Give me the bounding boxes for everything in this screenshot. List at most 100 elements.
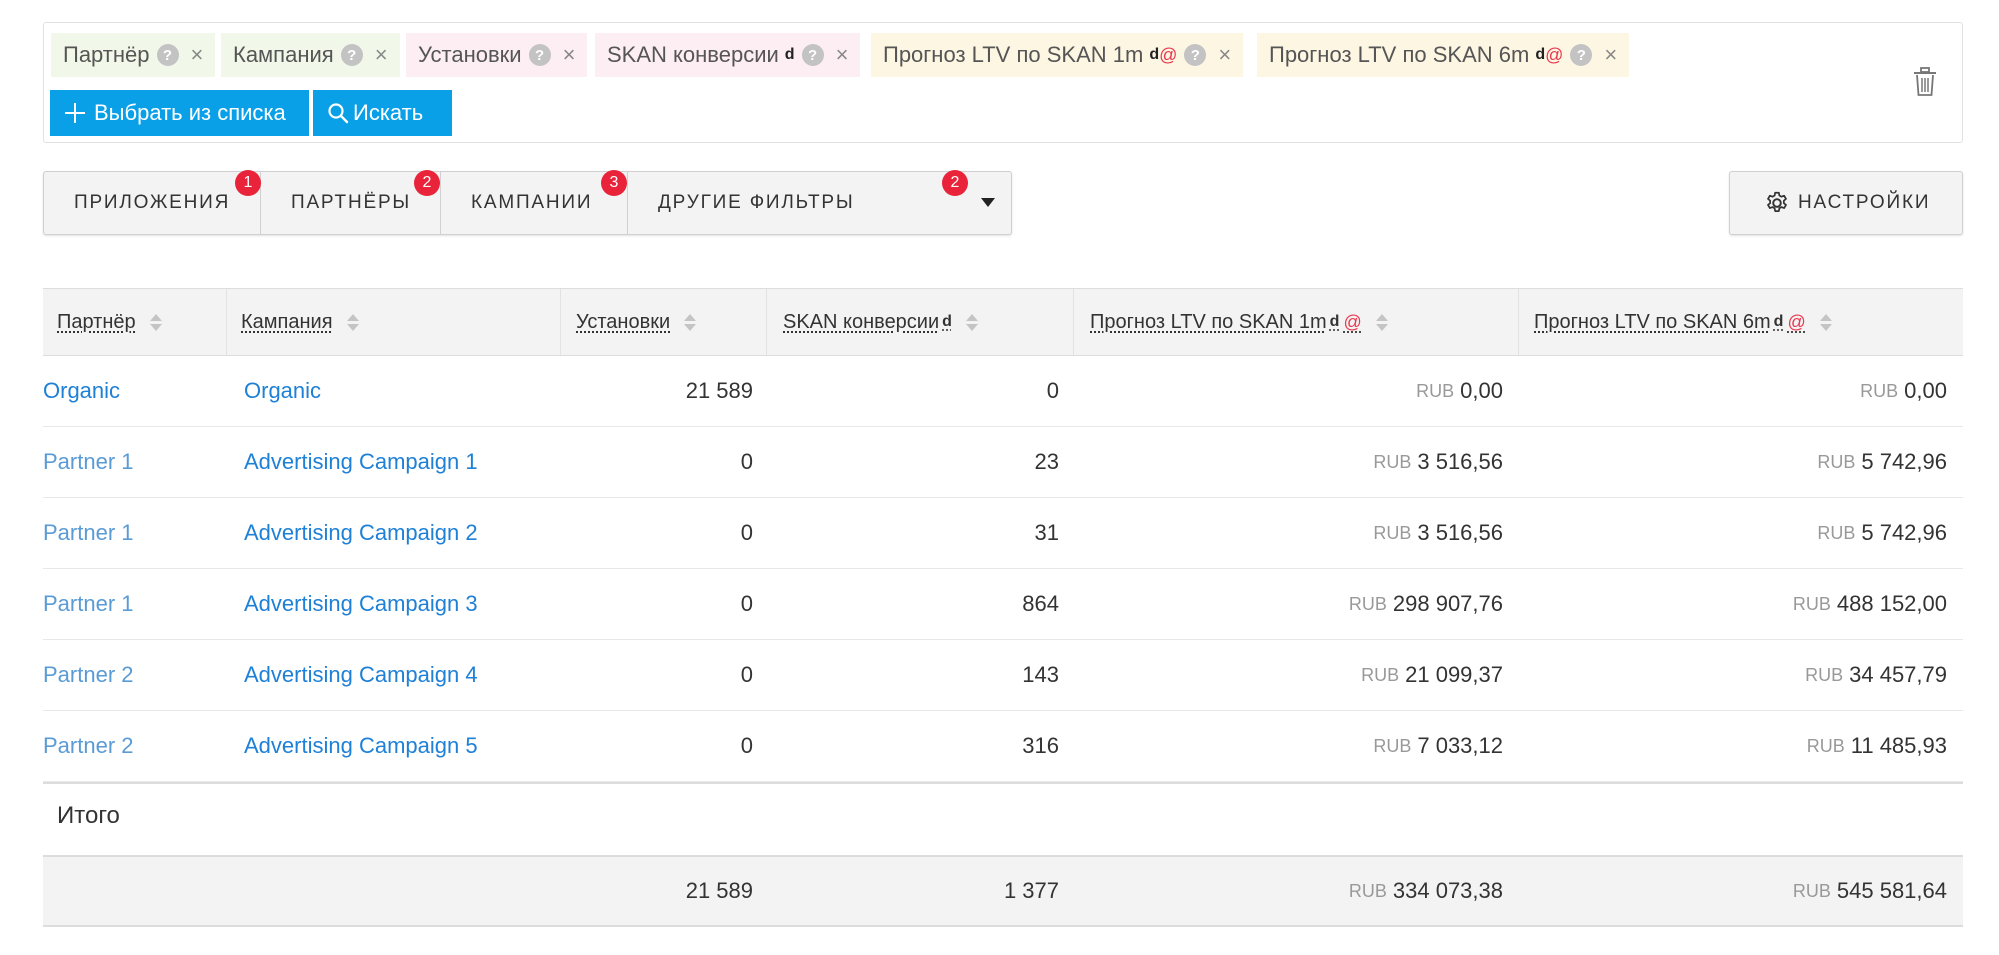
column-header-partner[interactable]: Партнёр — [57, 289, 162, 355]
campaign-name[interactable]: Advertising Campaign 4 — [244, 662, 478, 688]
campaign-link[interactable]: Advertising Campaign 1 — [244, 427, 478, 497]
sort-icon[interactable] — [684, 313, 697, 331]
select-from-list-label: Выбрать из списка — [94, 100, 286, 125]
ltv-6m-cell: RUB 488 152,00 — [1543, 569, 1947, 639]
campaign-link[interactable]: Organic — [244, 356, 321, 426]
partner-name[interactable]: Partner 2 — [43, 662, 134, 688]
campaign-link[interactable]: Advertising Campaign 3 — [244, 569, 478, 639]
campaign-link[interactable]: Advertising Campaign 2 — [244, 498, 478, 568]
partner-link[interactable]: Partner 1 — [43, 569, 134, 639]
tab-label: ДРУГИЕ ФИЛЬТРЫ — [658, 192, 855, 213]
skan-cell: 23 — [1034, 449, 1059, 474]
trash-icon[interactable] — [1912, 67, 1938, 97]
chip-ltv-1m[interactable]: Прогноз LTV по SKAN 1m d @ ? × — [871, 33, 1244, 77]
partner-link[interactable]: Organic — [43, 356, 120, 426]
column-header-skan-conversions[interactable]: SKAN конверсии d — [783, 289, 978, 355]
currency-label: RUB — [1860, 380, 1899, 401]
help-icon[interactable]: ? — [1570, 44, 1593, 66]
campaign-name[interactable]: Advertising Campaign 1 — [244, 449, 478, 475]
sort-icon[interactable] — [1819, 313, 1832, 331]
campaign-name[interactable]: Advertising Campaign 2 — [244, 520, 478, 546]
help-icon[interactable]: ? — [528, 44, 551, 66]
tab-applications[interactable]: ПРИЛОЖЕНИЯ — [44, 172, 261, 234]
sort-icon[interactable] — [1375, 313, 1388, 331]
skan-cell: 143 — [1022, 662, 1059, 687]
tab-label: ПАРТНЁРЫ — [291, 192, 412, 213]
currency-label: RUB — [1373, 522, 1412, 543]
remove-chip-icon[interactable]: × — [191, 42, 204, 68]
column-label: Установки — [576, 310, 671, 333]
help-icon[interactable]: ? — [340, 44, 363, 66]
sort-icon[interactable] — [965, 313, 978, 331]
column-header-ltv-1m[interactable]: Прогноз LTV по SKAN 1m d @ — [1090, 289, 1388, 355]
campaign-link[interactable]: Advertising Campaign 4 — [244, 640, 478, 710]
currency-label: RUB — [1806, 735, 1845, 756]
help-icon[interactable]: ? — [156, 44, 179, 66]
table-row: Partner 1 Advertising Campaign 2 0 31 RU… — [43, 498, 1963, 569]
chip-skan-conversions[interactable]: SKAN конверсии d ? × — [595, 33, 861, 77]
chip-ltv-6m[interactable]: Прогноз LTV по SKAN 6m d @ ? × — [1257, 33, 1630, 77]
partner-name[interactable]: Organic — [43, 378, 120, 404]
ltv-6m-value: 488 152,00 — [1836, 591, 1947, 616]
tab-campaigns[interactable]: КАМПАНИИ — [441, 172, 628, 234]
chip-installs[interactable]: Установки ? × — [406, 33, 588, 77]
remove-chip-icon[interactable]: × — [563, 42, 576, 68]
ltv-1m-cell: RUB 3 516,56 — [1143, 498, 1503, 568]
column-header-ltv-6m[interactable]: Прогноз LTV по SKAN 6m d @ — [1534, 289, 1832, 355]
campaign-name[interactable]: Organic — [244, 378, 321, 404]
total-skan: 1 377 — [1003, 878, 1059, 903]
column-label: SKAN конверсии — [783, 310, 940, 333]
campaign-link[interactable]: Advertising Campaign 5 — [244, 711, 478, 781]
filter-tabs: ПРИЛОЖЕНИЯ ПАРТНЁРЫ КАМПАНИИ ДРУГИЕ ФИЛЬ… — [43, 170, 1012, 235]
table-row: Partner 1 Advertising Campaign 1 0 23 RU… — [43, 427, 1963, 498]
partner-link[interactable]: Partner 1 — [43, 427, 134, 497]
table-row: Partner 2 Advertising Campaign 5 0 316 R… — [43, 711, 1963, 782]
gear-icon — [1767, 191, 1787, 212]
partner-link[interactable]: Partner 1 — [43, 498, 134, 568]
chip-superscript: d — [1535, 46, 1546, 63]
settings-button[interactable]: НАСТРОЙКИ — [1729, 171, 1963, 235]
installs-cell: 21 589 — [685, 378, 753, 403]
column-divider — [766, 289, 767, 355]
partner-link[interactable]: Partner 2 — [43, 711, 134, 781]
chip-superscript: d — [1149, 46, 1160, 63]
help-icon[interactable]: ? — [1184, 44, 1207, 66]
campaign-name[interactable]: Advertising Campaign 5 — [244, 733, 478, 759]
sort-icon[interactable] — [346, 313, 359, 331]
ltv-6m-value: 5 742,96 — [1861, 449, 1947, 474]
campaign-name[interactable]: Advertising Campaign 3 — [244, 591, 478, 617]
remove-chip-icon[interactable]: × — [1604, 42, 1617, 68]
chip-at-icon: @ — [1545, 44, 1564, 65]
ltv-1m-cell: RUB 3 516,56 — [1143, 427, 1503, 497]
table-row: Partner 2 Advertising Campaign 4 0 143 R… — [43, 640, 1963, 711]
search-button[interactable]: Искать — [313, 90, 452, 136]
sort-icon[interactable] — [149, 313, 162, 331]
partner-name[interactable]: Partner 1 — [43, 520, 134, 546]
tab-label: КАМПАНИИ — [471, 192, 593, 213]
chip-partner[interactable]: Партнёр ? × — [51, 33, 216, 77]
totals-divider — [43, 782, 1963, 784]
remove-chip-icon[interactable]: × — [375, 42, 388, 68]
partner-name[interactable]: Partner 1 — [43, 591, 134, 617]
chip-campaign[interactable]: Кампания ? × — [221, 33, 400, 77]
chip-superscript: d — [784, 46, 795, 63]
partner-name[interactable]: Partner 2 — [43, 733, 134, 759]
ltv-6m-value: 34 457,79 — [1849, 662, 1947, 687]
help-icon[interactable]: ? — [801, 44, 824, 66]
partner-link[interactable]: Partner 2 — [43, 640, 134, 710]
partner-name[interactable]: Partner 1 — [43, 449, 134, 475]
remove-chip-icon[interactable]: × — [1218, 42, 1231, 68]
ltv-6m-cell: RUB 11 485,93 — [1543, 711, 1947, 781]
select-from-list-button[interactable]: Выбрать из списка — [50, 90, 309, 136]
installs-cell: 0 — [740, 662, 753, 687]
column-divider — [1518, 289, 1519, 355]
currency-label: RUB — [1792, 593, 1831, 614]
table-header: Партнёр Кампания Установки SKAN конверси… — [43, 288, 1963, 356]
column-header-campaign[interactable]: Кампания — [241, 289, 359, 355]
ltv-1m-value: 0,00 — [1460, 378, 1503, 403]
column-header-installs[interactable]: Установки — [576, 289, 697, 355]
remove-chip-icon[interactable]: × — [836, 42, 849, 68]
chevron-down-icon[interactable] — [981, 198, 995, 207]
skan-cell: 316 — [1022, 733, 1059, 758]
campaigns-count-badge: 3 — [601, 170, 627, 196]
